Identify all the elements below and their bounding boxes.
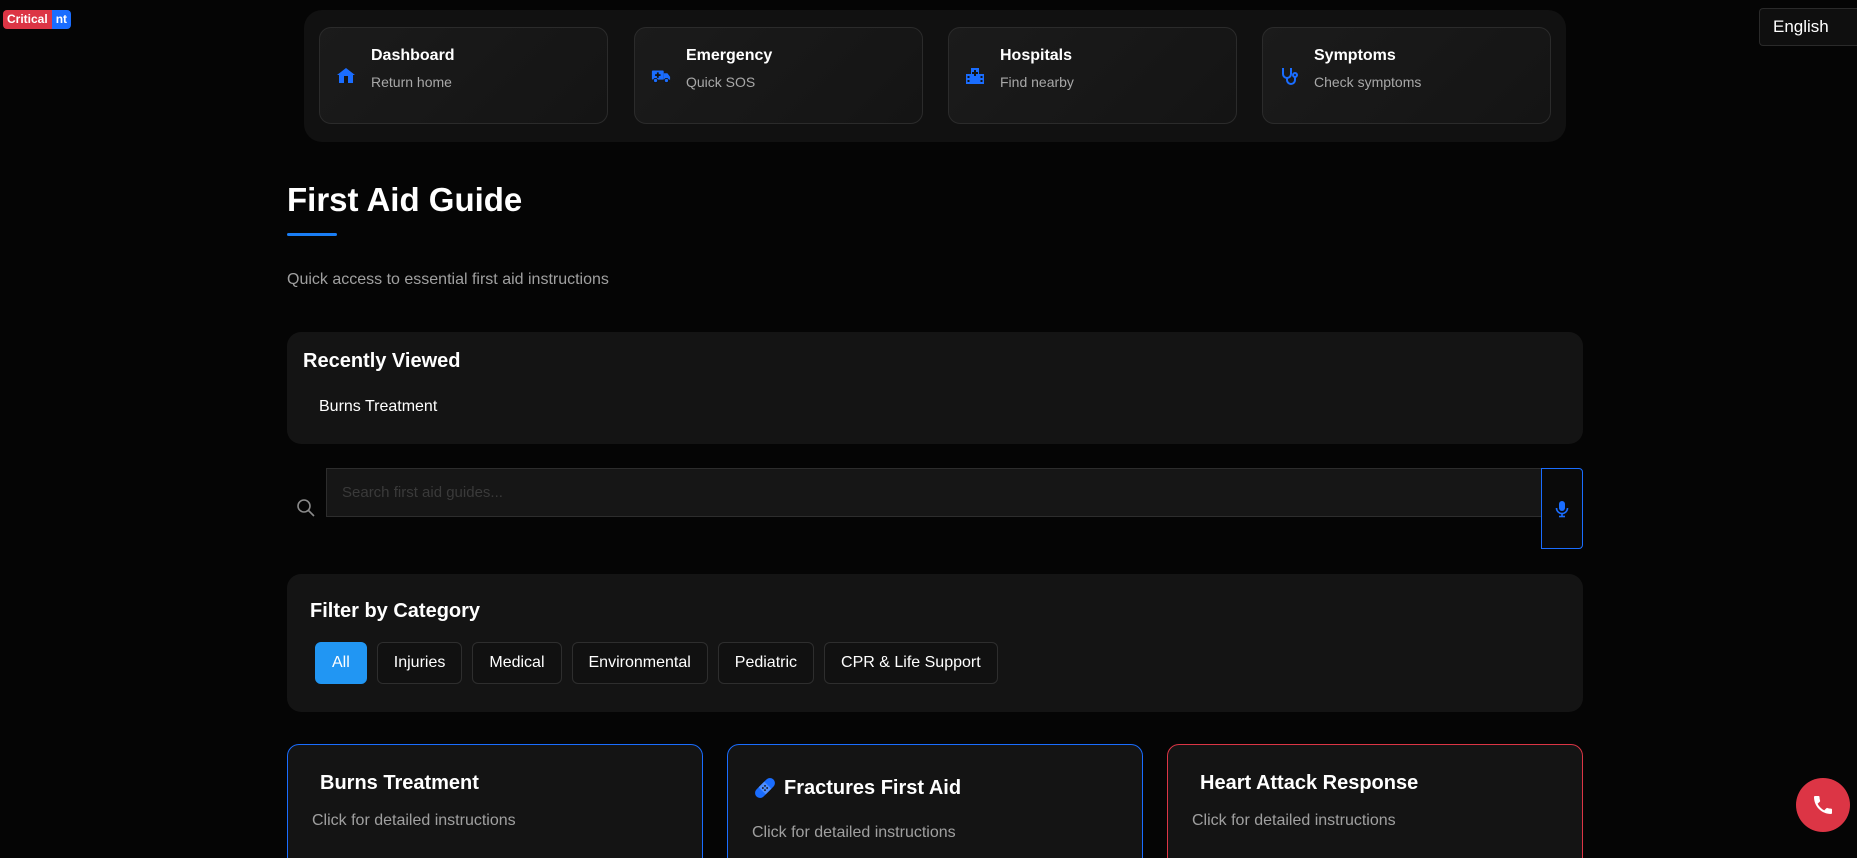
nav-card-title: Dashboard — [371, 47, 455, 64]
guide-card-fractures[interactable]: Fractures First Aid Click for detailed i… — [727, 744, 1143, 858]
category-chip-medical[interactable]: Medical — [472, 642, 562, 684]
nav-card-symptoms[interactable]: Symptoms Check symptoms — [1262, 27, 1551, 124]
search-input[interactable] — [326, 468, 1542, 517]
guide-card-description: Click for detailed instructions — [312, 812, 516, 829]
search-icon — [297, 499, 315, 517]
language-selector[interactable]: English — [1759, 8, 1857, 46]
home-icon — [337, 68, 355, 83]
nav-card-hospitals[interactable]: Hospitals Find nearby — [948, 27, 1237, 124]
category-chip-cpr-life-support[interactable]: CPR & Life Support — [824, 642, 998, 684]
badge-overflow-label: nt — [51, 10, 72, 29]
page-title: First Aid Guide — [287, 181, 523, 218]
nav-card-emergency[interactable]: Emergency Quick SOS — [634, 27, 923, 124]
category-chip-pediatric[interactable]: Pediatric — [717, 642, 815, 684]
quick-nav: Dashboard Return home Emergency Quick SO… — [304, 10, 1566, 142]
nav-card-dashboard[interactable]: Dashboard Return home — [319, 27, 608, 124]
recently-viewed-item[interactable]: Burns Treatment — [319, 398, 437, 416]
nav-card-subtitle: Check symptoms — [1314, 74, 1422, 90]
guide-card-title: Burns Treatment — [320, 772, 479, 794]
nav-card-subtitle: Find nearby — [1000, 74, 1074, 90]
guide-card-title: Fractures First Aid — [784, 777, 962, 799]
emergency-call-button[interactable] — [1796, 778, 1850, 832]
bandage-icon — [755, 778, 775, 798]
category-filter-panel: Filter by Category All Injuries Medical … — [287, 574, 1583, 712]
filter-heading: Filter by Category — [310, 600, 481, 622]
guide-card-burns[interactable]: Burns Treatment Click for detailed instr… — [287, 744, 703, 858]
nav-card-title: Hospitals — [1000, 47, 1073, 64]
nav-card-subtitle: Quick SOS — [686, 74, 756, 90]
page: Critical nt English Dashboard Return hom… — [0, 0, 1857, 858]
voice-search-button[interactable] — [1541, 468, 1583, 549]
nav-card-title: Symptoms — [1314, 47, 1396, 64]
category-chip-environmental[interactable]: Environmental — [571, 642, 708, 684]
hospital-icon — [966, 68, 984, 84]
phone-icon — [1814, 796, 1832, 814]
title-underline — [287, 233, 337, 236]
microphone-icon — [1555, 500, 1569, 517]
guide-card-heart-attack[interactable]: Heart Attack Response Click for detailed… — [1167, 744, 1583, 858]
guide-card-title: Heart Attack Response — [1200, 772, 1419, 794]
recently-viewed-panel: Recently Viewed Burns Treatment — [287, 332, 1583, 444]
nav-card-subtitle: Return home — [371, 74, 452, 90]
guide-card-description: Click for detailed instructions — [752, 824, 956, 841]
category-chip-injuries[interactable]: Injuries — [376, 642, 463, 684]
critical-badge[interactable]: Critical nt — [3, 10, 72, 29]
category-chip-all[interactable]: All — [315, 642, 367, 684]
ambulance-icon — [651, 70, 671, 84]
guide-card-description: Click for detailed instructions — [1192, 812, 1396, 829]
language-label: English — [1773, 17, 1829, 36]
critical-label: Critical — [3, 10, 52, 29]
recently-viewed-heading: Recently Viewed — [303, 350, 461, 372]
nav-card-title: Emergency — [686, 47, 773, 64]
stethoscope-icon — [1282, 68, 1298, 85]
category-chips: All Injuries Medical Environmental Pedia… — [315, 642, 998, 684]
page-subtitle: Quick access to essential first aid inst… — [287, 271, 609, 288]
